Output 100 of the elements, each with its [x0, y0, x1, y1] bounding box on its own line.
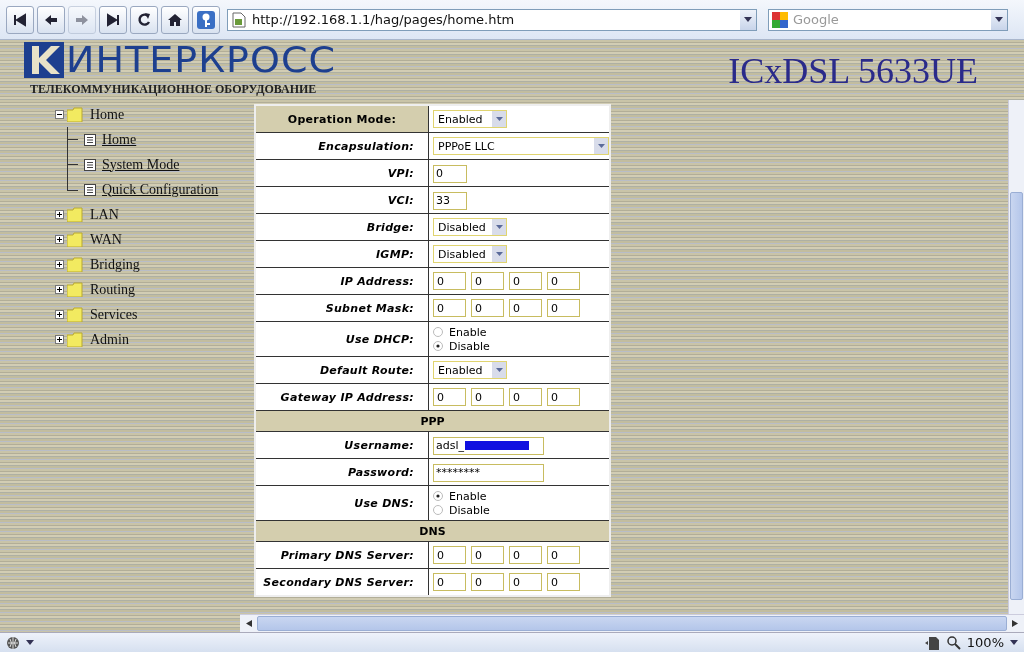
document-icon — [84, 183, 96, 196]
back-button[interactable] — [37, 5, 65, 34]
dropdown[interactable]: Disabled — [433, 218, 507, 236]
input-field[interactable]: 0 — [471, 299, 504, 317]
dropdown[interactable]: Enabled — [433, 110, 507, 128]
document-icon — [84, 133, 96, 146]
input-field[interactable]: 0 — [547, 299, 580, 317]
radio-button[interactable] — [433, 341, 443, 351]
field-label: Use DHCP: — [255, 321, 429, 357]
input-field[interactable]: 0 — [547, 388, 580, 406]
key-icon — [196, 9, 216, 30]
input-field[interactable]: 0 — [471, 546, 504, 564]
caret-icon — [494, 366, 504, 374]
field-label: Encapsulation: — [255, 132, 429, 160]
input-field[interactable]: 0 — [471, 272, 504, 290]
input-field[interactable]: ******** — [433, 463, 544, 482]
model-name: ICxDSL 5633UE — [728, 50, 978, 92]
input-field[interactable]: 0 — [471, 388, 504, 406]
caret-icon[interactable] — [1010, 640, 1018, 645]
zoom-level[interactable]: 100% — [966, 635, 1004, 650]
input-field[interactable]: 0 — [433, 299, 466, 317]
radio-button[interactable] — [433, 491, 443, 501]
tree-link[interactable]: System Mode — [102, 156, 180, 173]
expand-toggle[interactable] — [55, 235, 64, 244]
field-label: Gateway IP Address: — [255, 383, 429, 411]
horizontal-scrollbar[interactable] — [240, 614, 1024, 632]
dropdown[interactable]: Disabled — [433, 245, 507, 263]
tree-item[interactable]: Services — [90, 306, 138, 323]
dropdown-button[interactable] — [740, 9, 756, 30]
input-field[interactable]: 33 — [433, 191, 467, 210]
caret-icon — [596, 142, 606, 150]
tree-item[interactable]: Bridging — [90, 256, 140, 273]
input-field[interactable]: 0 — [433, 272, 466, 290]
collapse-toggle[interactable] — [55, 110, 64, 119]
expand-toggle[interactable] — [55, 310, 64, 319]
input-field[interactable]: 0 — [471, 573, 504, 591]
dropdown-button[interactable] — [991, 9, 1007, 30]
expand-toggle[interactable] — [55, 335, 64, 344]
scroll-left-icon[interactable] — [245, 620, 252, 627]
first-page-button[interactable] — [6, 5, 34, 34]
tree-link[interactable]: Quick Configuration — [102, 181, 219, 198]
vertical-scrollbar[interactable] — [1008, 100, 1024, 615]
zoom-icon[interactable] — [946, 635, 961, 650]
radio-label: Enable — [449, 489, 487, 503]
expand-toggle[interactable] — [55, 260, 64, 269]
radio-label: Disable — [449, 503, 490, 517]
tree-item[interactable]: Admin — [90, 331, 129, 348]
section-header: PPP — [255, 410, 610, 432]
tree-link[interactable]: Home — [102, 131, 137, 148]
field-label: VPI: — [255, 159, 429, 187]
caret-icon — [494, 115, 504, 123]
input-field[interactable]: 0 — [547, 573, 580, 591]
address-field[interactable]: http://192.168.1.1/hag/pages/home.htm — [227, 8, 757, 31]
plus-icon — [55, 210, 64, 219]
input-field[interactable]: 0 — [509, 272, 542, 290]
dropdown[interactable]: PPPoE LLC — [433, 137, 609, 155]
input-field[interactable]: 0 — [509, 299, 542, 317]
input-field[interactable]: 0 — [547, 546, 580, 564]
tree-item[interactable]: LAN — [90, 206, 119, 223]
logo-mark-icon — [24, 42, 64, 78]
expand-toggle[interactable] — [55, 285, 64, 294]
field-label: IP Address: — [255, 267, 429, 295]
caret-icon — [494, 250, 504, 258]
field-label: IGMP: — [255, 240, 429, 268]
redaction-mark — [465, 441, 529, 450]
page-status-icon[interactable] — [924, 635, 941, 650]
key-button[interactable] — [192, 5, 220, 34]
radio-label: Enable — [449, 325, 487, 339]
radio-button[interactable] — [433, 505, 443, 515]
folder-icon — [67, 257, 83, 272]
field-label: Default Route: — [255, 356, 429, 384]
input-field[interactable]: 0 — [433, 573, 466, 591]
section-header: DNS — [255, 520, 610, 542]
caret-icon[interactable] — [26, 640, 34, 645]
dropdown[interactable]: Enabled — [433, 361, 507, 379]
radio-button[interactable] — [433, 327, 443, 337]
tree-item[interactable]: WAN — [90, 231, 122, 248]
tree-item[interactable]: Routing — [90, 281, 136, 298]
plus-icon — [55, 310, 64, 319]
input-field[interactable]: 0 — [433, 164, 467, 183]
field-label: Operation Mode: — [255, 105, 429, 133]
input-field[interactable]: 0 — [547, 272, 580, 290]
folder-icon — [67, 207, 83, 222]
field-label: Use DNS: — [255, 485, 429, 521]
search-engine-icon — [772, 11, 788, 28]
plus-icon — [55, 235, 64, 244]
last-page-button[interactable] — [99, 5, 127, 34]
home-button[interactable] — [161, 5, 189, 34]
scroll-right-icon[interactable] — [1012, 620, 1019, 627]
input-field[interactable]: adsl_ — [433, 436, 544, 455]
tree-item[interactable]: Home — [90, 106, 125, 123]
input-field[interactable]: 0 — [433, 546, 466, 564]
caret-icon — [744, 17, 752, 22]
expand-toggle[interactable] — [55, 210, 64, 219]
input-field[interactable]: 0 — [509, 573, 542, 591]
input-field[interactable]: 0 — [509, 546, 542, 564]
globe-icon[interactable] — [6, 635, 20, 650]
input-field[interactable]: 0 — [509, 388, 542, 406]
input-field[interactable]: 0 — [433, 388, 466, 406]
reload-button[interactable] — [130, 5, 158, 34]
